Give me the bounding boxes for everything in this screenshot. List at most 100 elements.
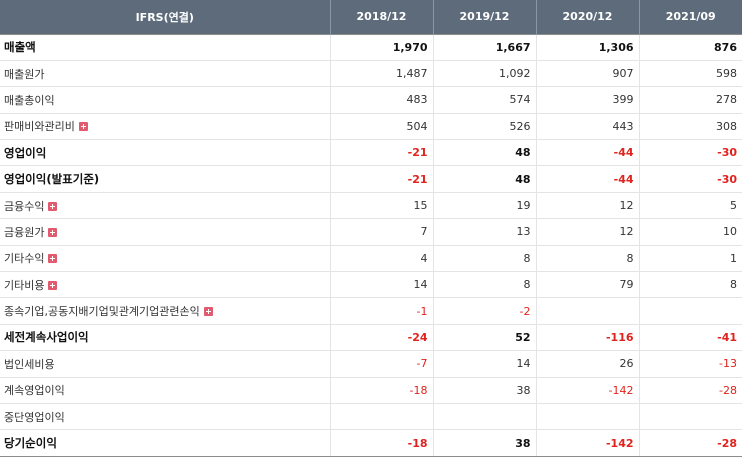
value-cell: 1,092 bbox=[432, 60, 536, 88]
value-cell: -1 bbox=[329, 297, 433, 325]
row-label-cell[interactable]: 금융수익 bbox=[0, 192, 330, 220]
value-cell: -44 bbox=[535, 139, 639, 167]
row-label-cell[interactable]: 판매비와관리비 bbox=[0, 113, 330, 141]
value-cell: 14 bbox=[432, 350, 536, 378]
value-cell: -30 bbox=[638, 139, 742, 167]
value-cell: 907 bbox=[535, 60, 639, 88]
header-ifrs: IFRS(연결) bbox=[0, 0, 330, 34]
income-statement-table: IFRS(연결) 2018/12 2019/12 2020/12 2021/09… bbox=[0, 0, 742, 457]
table-row: 당기순이익 -18 38 -142 -28 bbox=[0, 429, 742, 457]
row-label-cell: 계속영업이익 bbox=[0, 377, 330, 404]
value-cell: 48 bbox=[432, 165, 536, 193]
table-row: 법인세비용 -7 14 26 -13 bbox=[0, 350, 742, 378]
value-cell: 526 bbox=[432, 113, 536, 141]
value-cell: 8 bbox=[432, 245, 536, 273]
value-cell: 19 bbox=[432, 192, 536, 220]
row-label: 영업이익(발표기준) bbox=[4, 172, 100, 187]
value-cell: 38 bbox=[432, 429, 536, 457]
value-cell: -18 bbox=[329, 429, 433, 457]
header-2019-12: 2019/12 bbox=[432, 0, 536, 34]
row-label-cell: 중단영업이익 bbox=[0, 403, 330, 431]
table-row: 기타수익 4 8 8 1 bbox=[0, 245, 742, 273]
value-cell bbox=[638, 297, 742, 325]
row-label: 매출원가 bbox=[4, 67, 45, 81]
value-cell: 48 bbox=[432, 139, 536, 167]
value-cell: -142 bbox=[535, 377, 639, 404]
value-cell: 1,306 bbox=[535, 33, 639, 61]
value-cell: 598 bbox=[638, 60, 742, 88]
value-cell: -142 bbox=[535, 429, 639, 457]
row-label-cell[interactable]: 기타비용 bbox=[0, 271, 330, 299]
table-row: 계속영업이익 -18 38 -142 -28 bbox=[0, 377, 742, 404]
value-cell bbox=[638, 403, 742, 431]
value-cell: 278 bbox=[638, 86, 742, 114]
value-cell: 504 bbox=[329, 113, 433, 141]
row-label: 기타비용 bbox=[4, 278, 45, 292]
table-row: 영업이익(발표기준) -21 48 -44 -30 bbox=[0, 165, 742, 193]
value-cell: 5 bbox=[638, 192, 742, 220]
row-label: 판매비와관리비 bbox=[4, 120, 75, 134]
row-label: 금융수익 bbox=[4, 199, 45, 213]
table-row: 판매비와관리비 504 526 443 308 bbox=[0, 113, 742, 141]
row-label: 법인세비용 bbox=[4, 357, 55, 371]
value-cell: 13 bbox=[432, 218, 536, 246]
table-row: 금융수익 15 19 12 5 bbox=[0, 192, 742, 220]
row-label-cell[interactable]: 금융원가 bbox=[0, 218, 330, 246]
table-row: 종속기업,공동지배기업및관계기업관련손익 -1 -2 bbox=[0, 297, 742, 325]
value-cell: -2 bbox=[432, 297, 536, 325]
value-cell: 52 bbox=[432, 323, 536, 352]
value-cell bbox=[535, 297, 639, 325]
table-row: 영업이익 -21 48 -44 -30 bbox=[0, 139, 742, 167]
row-label-cell: 영업이익(발표기준) bbox=[0, 165, 330, 193]
value-cell: 483 bbox=[329, 86, 433, 114]
row-label: 매출액 bbox=[4, 40, 36, 55]
value-cell: 8 bbox=[432, 271, 536, 299]
row-label: 당기순이익 bbox=[4, 436, 57, 451]
value-cell: 876 bbox=[638, 33, 742, 61]
value-cell: 12 bbox=[535, 192, 639, 220]
value-cell: -28 bbox=[638, 377, 742, 404]
value-cell: 1,667 bbox=[432, 33, 536, 61]
row-label: 기타수익 bbox=[4, 252, 45, 266]
row-label: 계속영업이익 bbox=[4, 384, 65, 398]
value-cell: 1,487 bbox=[329, 60, 433, 88]
row-label-cell: 당기순이익 bbox=[0, 429, 330, 457]
row-label: 금융원가 bbox=[4, 225, 45, 239]
table-body: 매출액 1,970 1,667 1,306 876 매출원가 1,487 1,092 907 59… bbox=[0, 33, 742, 457]
row-label-cell: 세전계속사업이익 bbox=[0, 323, 330, 352]
row-label-cell: 매출원가 bbox=[0, 60, 330, 88]
expand-plus-icon[interactable] bbox=[78, 122, 88, 132]
row-label-cell[interactable]: 종속기업,공동지배기업및관계기업관련손익 bbox=[0, 297, 330, 325]
value-cell: 8 bbox=[535, 245, 639, 273]
value-cell: 12 bbox=[535, 218, 639, 246]
row-label: 중단영업이익 bbox=[4, 410, 65, 424]
expand-plus-icon[interactable] bbox=[48, 280, 58, 290]
value-cell: -41 bbox=[638, 323, 742, 352]
value-cell: 308 bbox=[638, 113, 742, 141]
expand-plus-icon[interactable] bbox=[48, 227, 58, 237]
expand-plus-icon[interactable] bbox=[203, 307, 213, 317]
value-cell: -24 bbox=[329, 323, 433, 352]
value-cell: 574 bbox=[432, 86, 536, 114]
value-cell bbox=[432, 403, 536, 431]
value-cell: -13 bbox=[638, 350, 742, 378]
table-row: 매출총이익 483 574 399 278 bbox=[0, 86, 742, 114]
table-row: 매출액 1,970 1,667 1,306 876 bbox=[0, 33, 742, 61]
value-cell: 15 bbox=[329, 192, 433, 220]
value-cell: -21 bbox=[329, 165, 433, 193]
table-row: 기타비용 14 8 79 8 bbox=[0, 271, 742, 299]
header-2018-12: 2018/12 bbox=[329, 0, 433, 34]
row-label: 매출총이익 bbox=[4, 93, 55, 107]
value-cell: -30 bbox=[638, 165, 742, 193]
expand-plus-icon[interactable] bbox=[48, 254, 58, 264]
row-label: 종속기업,공동지배기업및관계기업관련손익 bbox=[4, 305, 200, 319]
table-row: 금융원가 7 13 12 10 bbox=[0, 218, 742, 246]
value-cell: -7 bbox=[329, 350, 433, 378]
header-2021-09: 2021/09 bbox=[638, 0, 742, 34]
expand-plus-icon[interactable] bbox=[48, 201, 58, 211]
row-label-cell[interactable]: 기타수익 bbox=[0, 245, 330, 273]
value-cell: -21 bbox=[329, 139, 433, 167]
value-cell: -44 bbox=[535, 165, 639, 193]
value-cell: 1 bbox=[638, 245, 742, 273]
value-cell: 14 bbox=[329, 271, 433, 299]
